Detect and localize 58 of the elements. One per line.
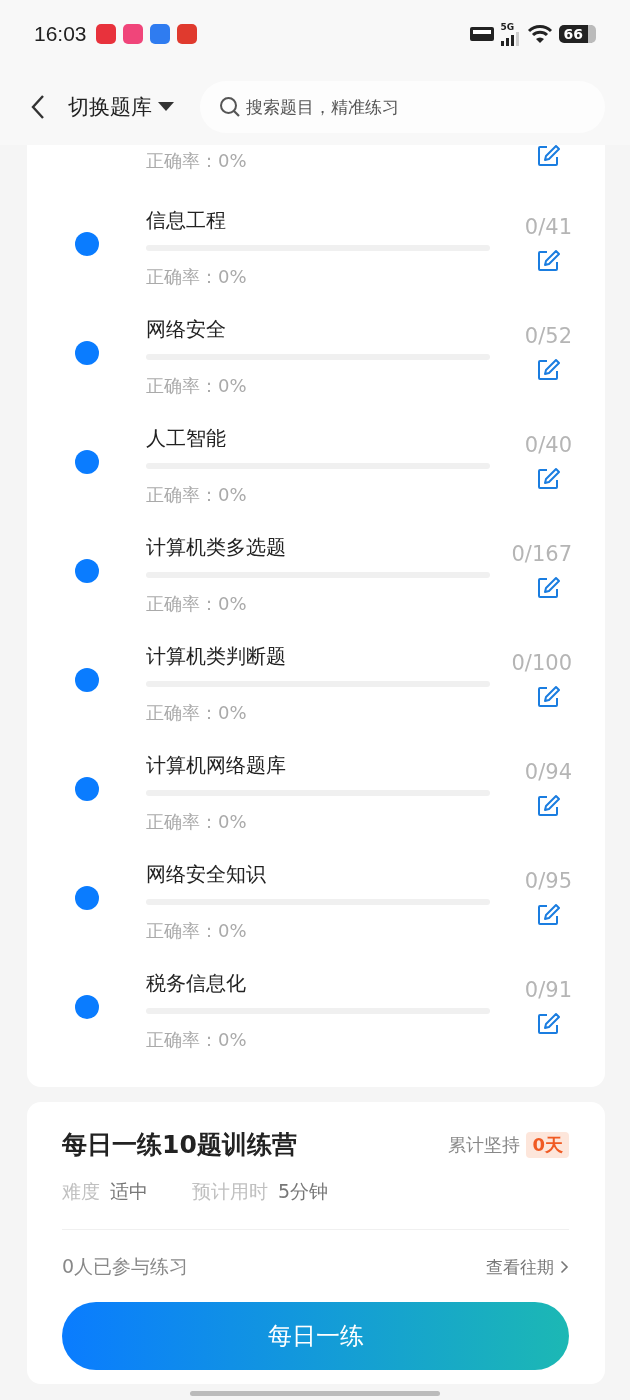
stat-value: 适中: [110, 1179, 148, 1204]
app-icon: [149, 24, 170, 44]
progress-count: 0/167: [511, 541, 572, 567]
edit-icon[interactable]: [536, 358, 560, 382]
bank-name[interactable]: 计算机类判断题: [146, 642, 490, 670]
edit-icon[interactable]: [536, 794, 560, 818]
bank-name[interactable]: 网络安全知识: [146, 860, 490, 888]
streak-badge: 0天: [526, 1131, 569, 1158]
bank-name[interactable]: 计算机网络题库: [146, 751, 490, 779]
app-icon: [176, 24, 197, 44]
accuracy-text: 正确率：0%: [146, 483, 248, 507]
edit-icon[interactable]: [536, 576, 560, 600]
history-link[interactable]: 查看往期: [486, 1255, 569, 1279]
bank-name[interactable]: 人工智能: [146, 424, 490, 452]
accuracy-text: 正确率：0%: [146, 1028, 248, 1052]
chevron-icon: [560, 1260, 569, 1274]
search-field[interactable]: 搜索题目，精准练习: [200, 80, 605, 133]
progress-count: 0/100: [511, 650, 572, 676]
accuracy-text: 正确率：0%: [146, 810, 248, 834]
bank-switcher[interactable]: 切换题库: [68, 92, 174, 121]
progress-count: 0/95: [524, 868, 572, 894]
edit-icon[interactable]: [536, 145, 560, 167]
accuracy-text: 正确率：0%: [146, 919, 248, 943]
progress-count: 0/40: [524, 432, 572, 458]
bank-name[interactable]: 信息工程: [146, 206, 490, 234]
accuracy-text: 正确率：0%: [146, 149, 248, 173]
caret-icon: [158, 101, 174, 112]
search-icon: [219, 95, 241, 118]
edit-icon[interactable]: [536, 249, 560, 273]
edit-icon[interactable]: [536, 1012, 560, 1036]
camp-title: 每日一练10题训练营: [62, 1129, 297, 1161]
progress-count: 0/91: [524, 977, 572, 1003]
accuracy-text: 正确率：0%: [146, 592, 248, 616]
bank-name[interactable]: 网络安全: [146, 315, 490, 343]
stat-value: 5分钟: [278, 1179, 329, 1204]
progress-count: 0/52: [524, 323, 572, 349]
accuracy-text: 正确率：0%: [146, 374, 248, 398]
edit-icon[interactable]: [536, 685, 560, 709]
edit-icon[interactable]: [536, 903, 560, 927]
accuracy-text: 正确率：0%: [146, 701, 248, 725]
back-icon[interactable]: [30, 93, 46, 120]
participants-text: 0人已参与练习: [62, 1254, 189, 1279]
stat-label: 难度: [62, 1179, 100, 1204]
stat-label: 预计用时: [192, 1179, 268, 1204]
signal-icon: [500, 31, 521, 46]
bank-name[interactable]: 税务信息化: [146, 969, 490, 997]
streak-label: 累计坚持: [448, 1132, 521, 1157]
app-icon: [122, 24, 143, 44]
clock-time: 16:03: [34, 22, 87, 46]
battery-icon: 66: [558, 25, 596, 43]
progress-count: 0/41: [524, 214, 572, 240]
network-label: 5G: [500, 22, 515, 32]
wifi-icon: [526, 24, 553, 44]
app-icon: [95, 24, 116, 44]
progress-count: 0/94: [524, 759, 572, 785]
bank-name[interactable]: 计算机类多选题: [146, 533, 490, 561]
accuracy-text: 正确率：0%: [146, 265, 248, 289]
edit-icon[interactable]: [536, 467, 560, 491]
